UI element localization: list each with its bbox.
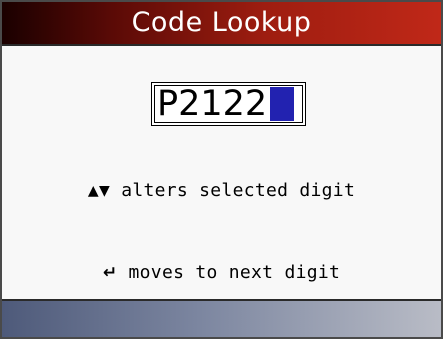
status-bar bbox=[2, 301, 441, 337]
hint-alter-text: alters selected digit bbox=[121, 180, 356, 201]
hint-next-text: moves to next digit bbox=[128, 262, 341, 283]
code-entry-inner: P2122 bbox=[154, 85, 303, 123]
up-down-arrows-icon: ▲▼ bbox=[87, 183, 111, 199]
hint-next-digit: ↵ moves to next digit bbox=[2, 262, 441, 283]
code-entry-field[interactable]: P2122 bbox=[151, 82, 306, 126]
code-value: P2122 bbox=[157, 84, 268, 124]
digit-cursor[interactable] bbox=[270, 87, 295, 121]
hint-alter-digit: ▲▼ alters selected digit bbox=[2, 180, 441, 201]
page-title: Code Lookup bbox=[131, 7, 312, 38]
scan-tool-screen: Code Lookup P2122 ▲▼ alters selected dig… bbox=[0, 0, 443, 339]
enter-key-icon: ↵ bbox=[102, 263, 118, 283]
title-bar: Code Lookup bbox=[2, 2, 441, 46]
